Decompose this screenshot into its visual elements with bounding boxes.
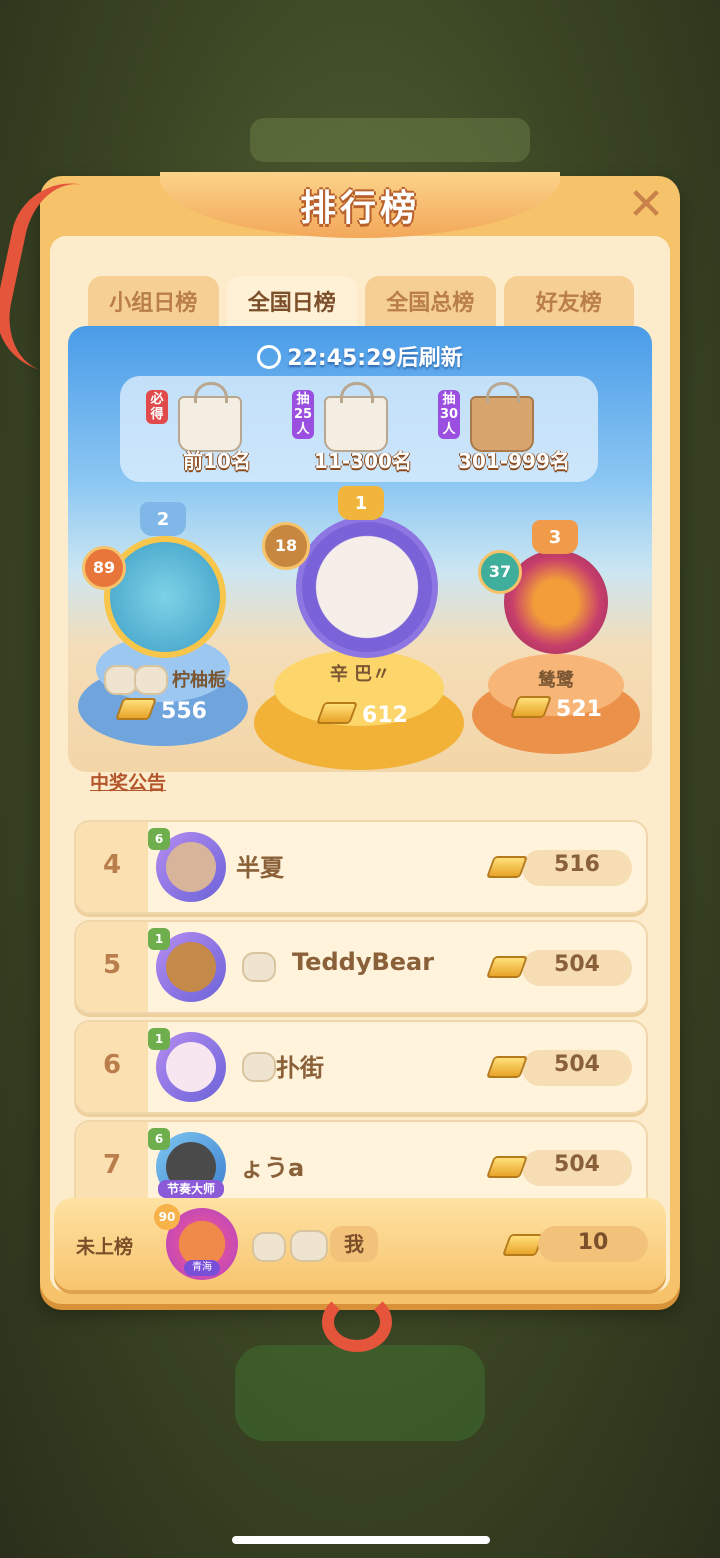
reward-label: 11-300名	[314, 449, 412, 473]
tote-bag-icon	[470, 382, 534, 452]
tab-national-total[interactable]: 全国总榜	[365, 276, 496, 326]
tab-group-daily[interactable]: 小组日榜	[88, 276, 219, 326]
reward-tag: 抽25人	[292, 390, 314, 439]
level-badge: 1	[148, 928, 170, 950]
tab-bar: 小组日榜 全国日榜 全国总榜 好友榜	[88, 276, 634, 326]
player-score: 556	[108, 698, 218, 724]
close-icon: ✕	[627, 178, 665, 230]
level-badge: 6	[148, 1128, 170, 1150]
player-name: ょうa	[240, 1154, 305, 1182]
level-badge: 89	[82, 546, 126, 590]
background-blur-title	[250, 118, 530, 162]
announcement-link[interactable]: 中奖公告	[90, 768, 166, 795]
crown-first-icon: 1	[338, 486, 384, 520]
leaderboard-panel: 排行榜 ✕ 小组日榜 全国日榜 全国总榜 好友榜 22:45:29后刷新 必得 …	[0, 172, 680, 1352]
reward-11-300[interactable]: 抽25人 11-300名	[288, 382, 438, 478]
table-row[interactable]: 4 6 半夏 516	[74, 820, 648, 914]
badge-icon	[242, 1052, 276, 1082]
player-name: 半夏	[236, 854, 284, 882]
level-badge: 37	[478, 550, 522, 594]
reward-label: 前10名	[183, 449, 251, 473]
player-name: 扑街	[276, 1054, 324, 1082]
gold-bar-icon	[510, 696, 553, 718]
badge-icon	[104, 665, 138, 695]
region-badge: 青海	[184, 1260, 220, 1276]
gold-bar-icon	[316, 702, 359, 724]
ribbon-decoration	[322, 1292, 392, 1352]
title-badge: 节奏大师	[158, 1180, 224, 1198]
level-badge: 90	[154, 1204, 180, 1230]
tab-national-daily[interactable]: 全国日榜	[226, 276, 357, 326]
badge-icon	[242, 952, 276, 982]
tote-bag-icon	[178, 382, 242, 452]
crown-third-icon: 3	[532, 520, 578, 554]
clock-icon	[257, 345, 282, 369]
tab-friends[interactable]: 好友榜	[503, 276, 634, 326]
home-indicator[interactable]	[232, 1536, 490, 1544]
table-row[interactable]: 6 1 扑街 504	[74, 1020, 648, 1114]
rank-number: 5	[102, 950, 122, 980]
refresh-text: 22:45:29后刷新	[287, 346, 463, 371]
tote-bag-icon	[324, 382, 388, 452]
avatar-first[interactable]	[296, 516, 438, 658]
player-score: 504	[554, 952, 600, 977]
my-rank-row[interactable]: 未上榜 90 青海 我 10	[54, 1198, 666, 1290]
level-badge: 1	[148, 1028, 170, 1050]
reward-tag: 必得	[146, 390, 168, 424]
podium-area: 22:45:29后刷新 必得 前10名 抽25人 11-300名 抽30人 30…	[68, 326, 652, 772]
player-name: TeddyBear	[292, 948, 435, 976]
player-score: 504	[554, 1152, 600, 1177]
rabbit-badge-icon	[290, 1230, 328, 1262]
refresh-timer: 22:45:29后刷新	[68, 340, 652, 372]
crown-second-icon: 2	[140, 502, 186, 536]
panel-title: 排行榜	[299, 188, 420, 229]
badge-icon	[252, 1232, 286, 1262]
player-score: 516	[554, 852, 600, 877]
reward-tag: 抽30人	[438, 390, 460, 439]
player-name: 柠柚栀	[172, 670, 226, 691]
avatar-second[interactable]	[104, 536, 226, 658]
close-button[interactable]: ✕	[624, 179, 668, 230]
my-name: 我	[330, 1226, 378, 1262]
reward-label: 301-999名	[458, 449, 570, 473]
player-score: 521	[498, 696, 618, 722]
level-badge: 6	[148, 828, 170, 850]
rank-number: 7	[102, 1150, 122, 1180]
player-name: 辛 巴〃	[329, 664, 391, 685]
title-banner: 排行榜	[160, 172, 560, 238]
my-rank-text: 未上榜	[76, 1236, 134, 1258]
reward-301-999[interactable]: 抽30人 301-999名	[434, 382, 594, 478]
player-name: 鸶鹭	[538, 670, 574, 691]
reward-top10[interactable]: 必得 前10名	[142, 382, 292, 478]
background-blur-button	[235, 1345, 485, 1441]
player-score: 504	[554, 1052, 600, 1077]
table-row[interactable]: 5 1 TeddyBear 504	[74, 920, 648, 1014]
my-score: 10	[577, 1230, 609, 1255]
rank-number: 6	[102, 1050, 122, 1080]
level-badge: 18	[262, 522, 310, 570]
player-score: 612	[304, 702, 424, 728]
rabbit-badge-icon	[134, 665, 168, 695]
rewards-bar: 必得 前10名 抽25人 11-300名 抽30人 301-999名	[120, 376, 598, 482]
rank-number: 4	[102, 850, 122, 880]
gold-bar-icon	[115, 698, 158, 720]
